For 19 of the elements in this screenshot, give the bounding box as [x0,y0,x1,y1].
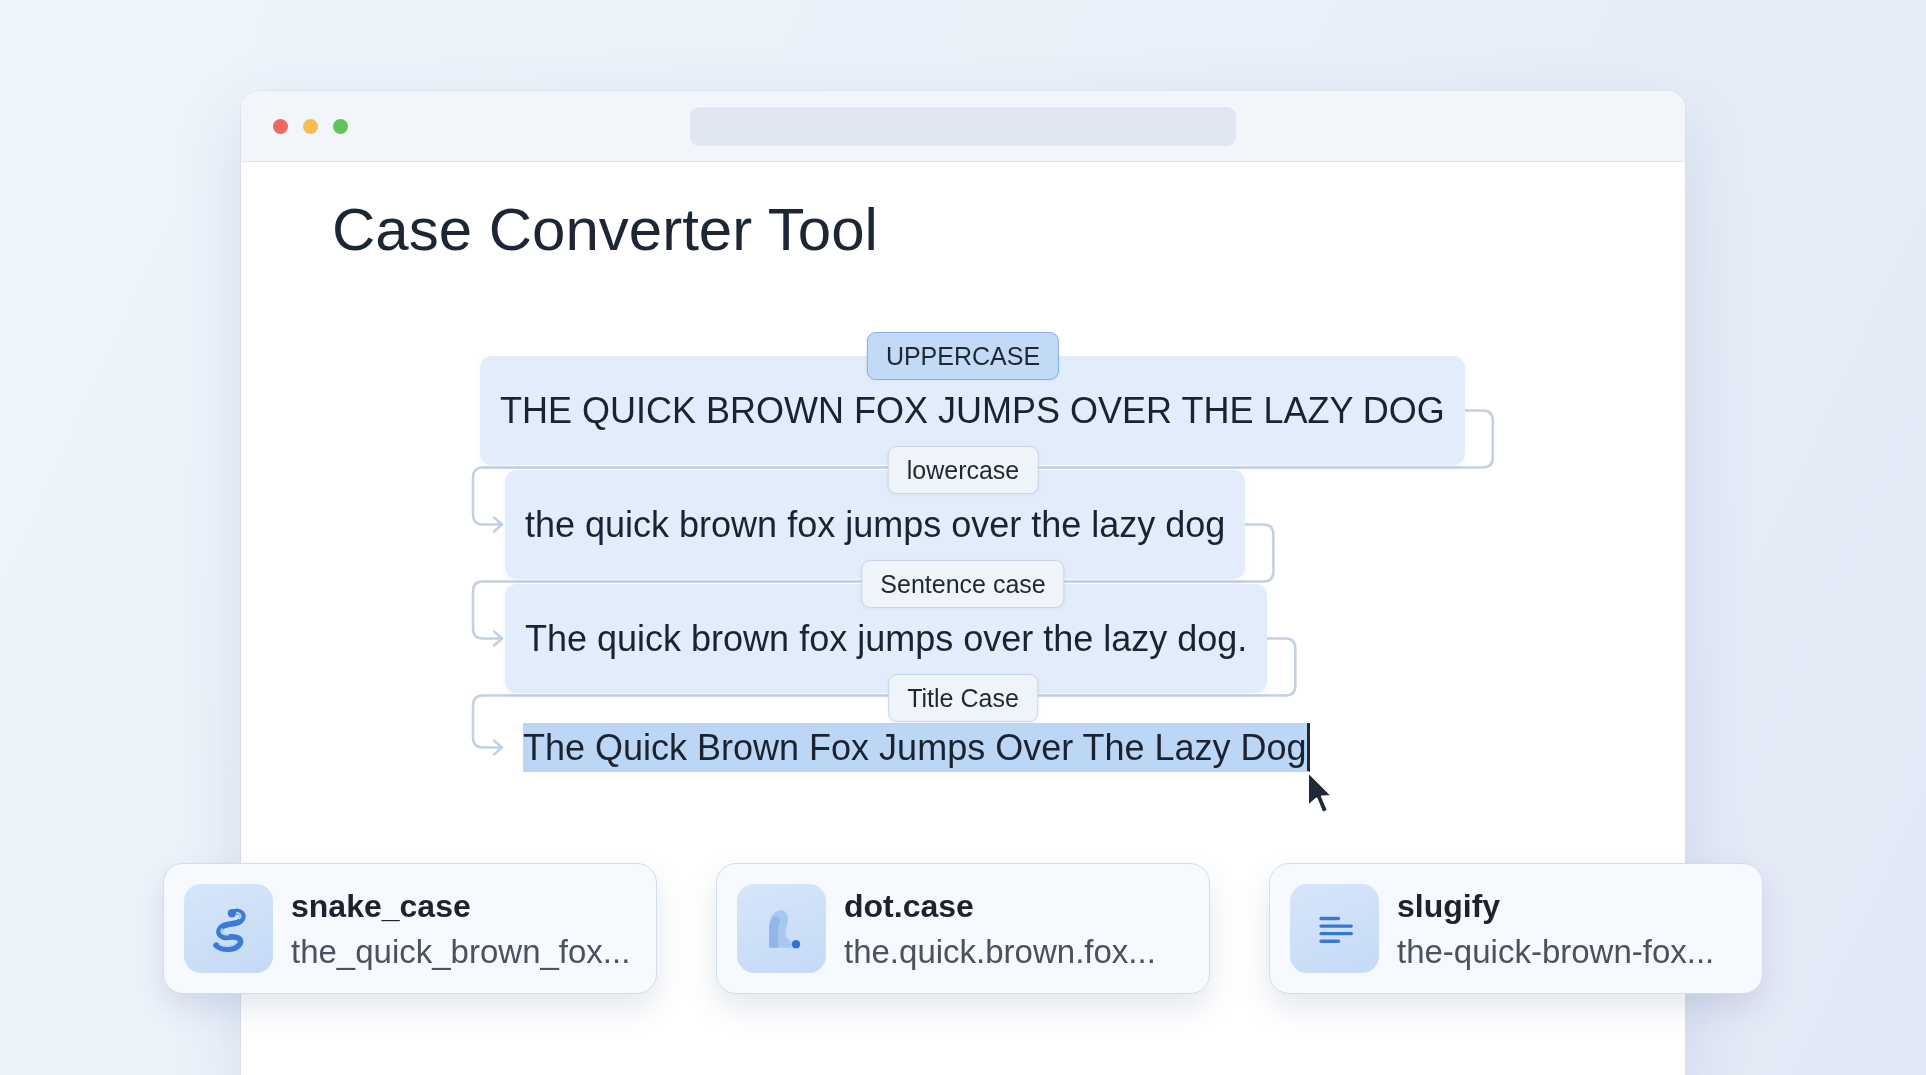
format-name: snake_case [291,886,472,926]
case-label[interactable]: UPPERCASE [866,332,1060,380]
format-name: dot.case [844,886,975,926]
format-preview: the_quick_brown_fox... [291,931,631,972]
format-card[interactable]: snake_case the_quick_brown_fox... [163,863,657,994]
converted-text: The Quick Brown Fox Jumps Over The Lazy Dog [523,723,1310,772]
case-label[interactable]: Sentence case [861,560,1065,608]
window-control-icon[interactable] [333,118,348,134]
window-control-icon[interactable] [273,118,288,134]
format-card[interactable]: slugify the-quick-brown-fox... [1269,863,1763,994]
case-label[interactable]: Title Case [888,674,1038,722]
text-lines-icon [1290,884,1379,973]
window-control-icon[interactable] [303,118,318,134]
snake-icon [184,884,273,973]
format-preview: the-quick-brown-fox... [1397,931,1715,972]
format-card[interactable]: dot.case the.quick.brown.fox... [716,863,1210,994]
format-preview: the.quick.brown.fox... [844,931,1156,972]
format-name: slugify [1397,886,1502,926]
page-title: Case Converter Tool [331,195,878,265]
